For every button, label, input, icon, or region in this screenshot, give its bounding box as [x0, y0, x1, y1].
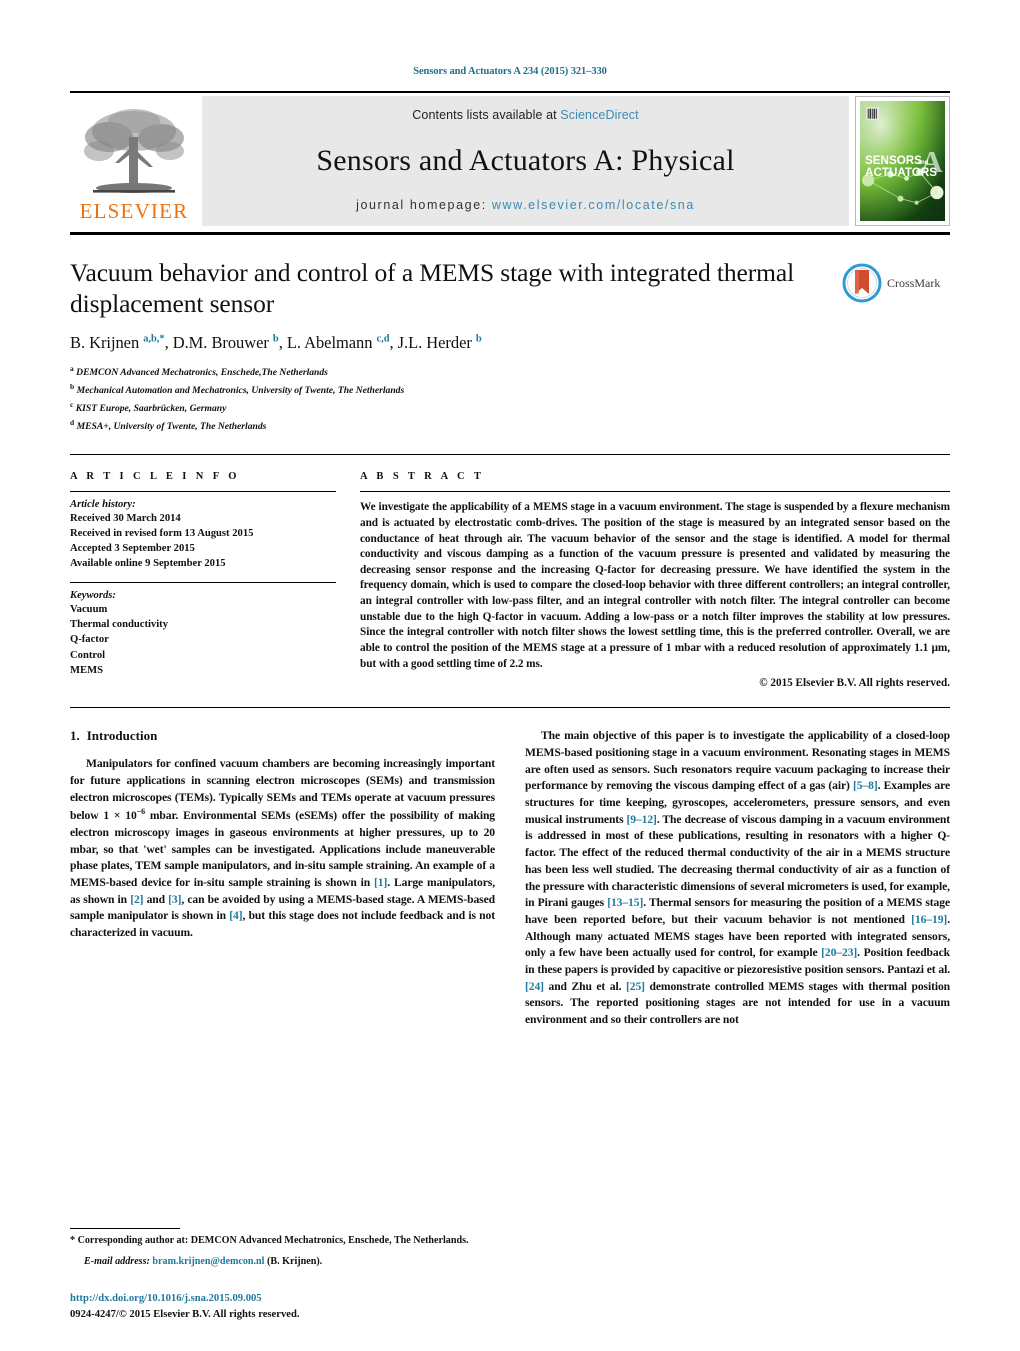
- title-block: CrossMark Vacuum behavior and control of…: [70, 257, 950, 434]
- journal-cover-art: SENSORS and ACTUATORS A: [860, 101, 945, 221]
- email-suffix: (B. Krijnen).: [266, 1255, 323, 1267]
- affiliation-text: KIST Europe, Saarbrücken, Germany: [75, 402, 227, 414]
- history-item: Received in revised form 13 August 2015: [70, 528, 254, 540]
- intro-paragraph-right: The main objective of this paper is to i…: [525, 729, 951, 1027]
- crossmark-label: CrossMark: [887, 275, 941, 290]
- article-info-column: A R T I C L E I N F O Article history: R…: [70, 471, 336, 689]
- keyword-item: Vacuum: [70, 604, 108, 616]
- affiliation-text: Mechanical Automation and Mechatronics, …: [76, 385, 405, 397]
- affiliation-marker: a: [70, 364, 74, 374]
- info-abstract-section: A R T I C L E I N F O Article history: R…: [70, 471, 950, 689]
- issn-copyright-line: 0924-4247/© 2015 Elsevier B.V. All right…: [70, 1309, 300, 1321]
- affiliation-item: b Mechanical Automation and Mechatronics…: [70, 381, 950, 399]
- contents-list-line: Contents lists available at ScienceDirec…: [412, 108, 638, 122]
- footnote-rule: [70, 1228, 180, 1230]
- elsevier-tree-icon: [84, 109, 184, 193]
- email-note: E-mail address: bram.krijnen@demcon.nl (…: [70, 1255, 470, 1269]
- journal-masthead: ELSEVIER Contents lists available at Sci…: [70, 91, 950, 235]
- article-info-heading: A R T I C L E I N F O: [70, 471, 240, 483]
- elsevier-logo: ELSEVIER: [70, 96, 198, 226]
- affiliation-item: a DEMCON Advanced Mechatronics, Enschede…: [70, 363, 950, 381]
- email-link[interactable]: bram.krijnen@demcon.nl: [152, 1256, 264, 1267]
- affiliation-list: a DEMCON Advanced Mechatronics, Enschede…: [70, 363, 950, 434]
- affiliation-text: DEMCON Advanced Mechatronics, Enschede,T…: [76, 367, 328, 379]
- affiliation-marker: d: [70, 417, 75, 427]
- keywords-group: Keywords: Vacuum Thermal conductivity Q-…: [70, 590, 336, 677]
- body-column-left: 1. Introduction Manipulators for confined…: [70, 728, 495, 1028]
- abstract-rule: [360, 491, 950, 493]
- title-section-rule: [70, 454, 950, 456]
- article-history-label: Article history:: [70, 499, 136, 511]
- svg-text:SENSORS: SENSORS: [865, 154, 922, 167]
- history-item: Received 30 March 2014: [70, 513, 181, 525]
- email-label: E-mail address:: [84, 1255, 150, 1267]
- homepage-url-link[interactable]: www.elsevier.com/locate/sna: [492, 198, 695, 212]
- crossmark-badge[interactable]: CrossMark: [842, 263, 950, 303]
- abstract-column: A B S T R A C T We investigate the appli…: [360, 471, 950, 689]
- article-history-group: Article history: Received 30 March 2014 …: [70, 499, 336, 571]
- history-item: Accepted 3 September 2015: [70, 543, 195, 555]
- keyword-item: MEMS: [70, 664, 103, 676]
- affiliation-item: d MESA+, University of Twente, The Nethe…: [70, 417, 950, 435]
- contents-prefix: Contents lists available at: [412, 108, 557, 122]
- abstract-bottom-rule: [70, 707, 950, 709]
- footer-doi-block: http://dx.doi.org/10.1016/j.sna.2015.09.…: [70, 1291, 300, 1323]
- keyword-item: Q-factor: [70, 634, 109, 646]
- section-title-text: Introduction: [86, 728, 158, 744]
- keywords-rule: [70, 582, 336, 584]
- running-head-citation: Sensors and Actuators A 234 (2015) 321–3…: [413, 66, 607, 77]
- journal-homepage-line: journal homepage: www.elsevier.com/locat…: [356, 198, 695, 212]
- masthead-center: Contents lists available at ScienceDirec…: [202, 96, 849, 226]
- affiliation-marker: b: [70, 381, 75, 391]
- cover-artwork-icon: SENSORS and ACTUATORS A: [860, 101, 945, 221]
- affiliation-marker: c: [70, 399, 74, 409]
- abstract-heading: A B S T R A C T: [360, 471, 485, 483]
- sciencedirect-link[interactable]: ScienceDirect: [560, 108, 638, 122]
- keyword-item: Control: [70, 649, 106, 661]
- journal-title: Sensors and Actuators A: Physical: [316, 143, 735, 177]
- article-info-rule: [70, 491, 336, 493]
- history-item: Available online 9 September 2015: [70, 558, 226, 570]
- journal-cover-thumbnail: SENSORS and ACTUATORS A: [855, 96, 950, 226]
- author-list: B. Krijnen a,b,*, D.M. Brouwer b, L. Abe…: [70, 333, 482, 353]
- doi-link[interactable]: http://dx.doi.org/10.1016/j.sna.2015.09.…: [70, 1291, 300, 1307]
- page-title: Vacuum behavior and control of a MEMS st…: [70, 258, 795, 319]
- body-column-right: The main objective of this paper is to i…: [525, 728, 950, 1028]
- body-columns: 1. Introduction Manipulators for confined…: [70, 728, 950, 1028]
- affiliation-text: MESA+, University of Twente, The Netherl…: [76, 420, 267, 432]
- section-heading-introduction: 1. Introduction: [70, 728, 495, 744]
- intro-paragraph-left: Manipulators for confined vacuum chamber…: [70, 757, 495, 940]
- corresponding-author-note: * Corresponding author at: DEMCON Advanc…: [70, 1235, 469, 1247]
- keyword-item: Thermal conductivity: [70, 619, 168, 631]
- svg-text:A: A: [921, 145, 943, 179]
- homepage-prefix: journal homepage:: [356, 198, 487, 212]
- masthead-bottom-rule: [70, 232, 950, 235]
- abstract-text: We investigate the applicability of a ME…: [360, 501, 950, 670]
- keywords-label: Keywords:: [70, 590, 116, 602]
- footnote-block: * Corresponding author at: DEMCON Advanc…: [70, 1228, 470, 1269]
- abstract-copyright: © 2015 Elsevier B.V. All rights reserved…: [759, 677, 950, 690]
- affiliation-item: c KIST Europe, Saarbrücken, Germany: [70, 399, 950, 417]
- masthead-top-rule: [70, 91, 950, 93]
- section-number: 1.: [70, 728, 80, 744]
- crossmark-icon: [842, 263, 882, 303]
- elsevier-wordmark: ELSEVIER: [79, 199, 189, 223]
- paper-page: Sensors and Actuators A 234 (2015) 321–3…: [0, 0, 1020, 1351]
